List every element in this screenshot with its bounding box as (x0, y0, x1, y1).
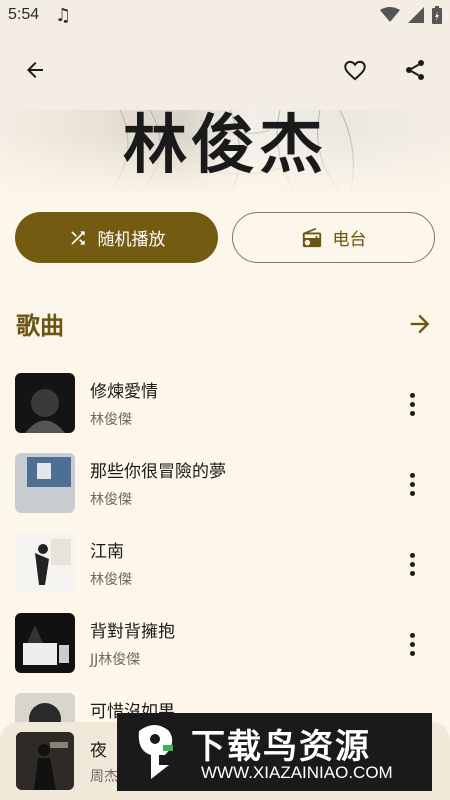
songs-see-all-button[interactable] (406, 310, 434, 338)
more-vert-icon (409, 632, 415, 638)
song-title: 那些你很冒險的夢 (90, 462, 226, 482)
share-icon (406, 60, 424, 80)
back-button[interactable] (13, 48, 57, 92)
wifi-icon (380, 7, 400, 22)
watermark-url: WWW.XIAZAINIAO.COM (201, 763, 393, 782)
song-more-button[interactable] (400, 549, 424, 579)
song-row[interactable]: 江南 林俊傑 (0, 533, 450, 613)
artist-name: 林俊杰 (123, 109, 327, 183)
song-more-button[interactable] (400, 469, 424, 499)
now-playing-cover (16, 732, 74, 790)
status-time: 5:54 (8, 6, 40, 23)
favorite-button[interactable] (333, 48, 377, 92)
songs-section-title: 歌曲 (16, 312, 64, 340)
bird-logo-icon (138, 725, 173, 779)
song-row[interactable]: 背對背擁抱 JJ林俊傑 (0, 613, 450, 693)
battery-icon (432, 6, 442, 24)
more-vert-icon (409, 552, 415, 558)
song-artist: 林俊傑 (90, 572, 132, 588)
song-title: 背對背擁抱 (90, 622, 175, 642)
radio-button[interactable]: 电台 (232, 212, 435, 263)
more-vert-icon (409, 392, 415, 398)
signal-icon (408, 7, 424, 23)
back-arrow-icon (27, 62, 43, 78)
song-artist: 林俊傑 (90, 492, 132, 508)
song-row[interactable]: 那些你很冒險的夢 林俊傑 (0, 453, 450, 533)
song-more-button[interactable] (400, 629, 424, 659)
song-artist: JJ林俊傑 (90, 652, 141, 668)
status-bar: 5:54 ♫ (0, 0, 450, 30)
now-playing-artist: 周杰 (90, 769, 118, 785)
arrow-right-icon (410, 314, 430, 334)
watermark-banner: 下载鸟资源 WWW.XIAZAINIAO.COM (117, 713, 432, 791)
now-playing-title: 夜 (90, 741, 107, 761)
album-cover (15, 373, 75, 433)
song-title: 修煉愛情 (90, 382, 158, 402)
song-artist: 林俊傑 (90, 412, 132, 428)
heart-outline-icon (344, 60, 366, 81)
radio-icon (302, 227, 321, 247)
album-cover (15, 613, 75, 673)
radio-label: 电台 (332, 230, 367, 250)
top-app-bar (0, 30, 450, 110)
shuffle-icon (70, 230, 85, 245)
album-cover (15, 533, 75, 593)
share-button[interactable] (393, 48, 437, 92)
album-cover (15, 453, 75, 513)
more-vert-icon (409, 472, 415, 478)
status-icons (380, 6, 442, 24)
music-note-icon: ♫ (55, 4, 72, 26)
watermark-brand: 下载鸟资源 (191, 727, 371, 767)
song-title: 江南 (90, 542, 124, 562)
song-row[interactable]: 修煉愛情 林俊傑 (0, 373, 450, 453)
song-more-button[interactable] (400, 389, 424, 419)
shuffle-label: 随机播放 (97, 230, 166, 250)
shuffle-play-button[interactable]: 随机播放 (15, 212, 218, 263)
